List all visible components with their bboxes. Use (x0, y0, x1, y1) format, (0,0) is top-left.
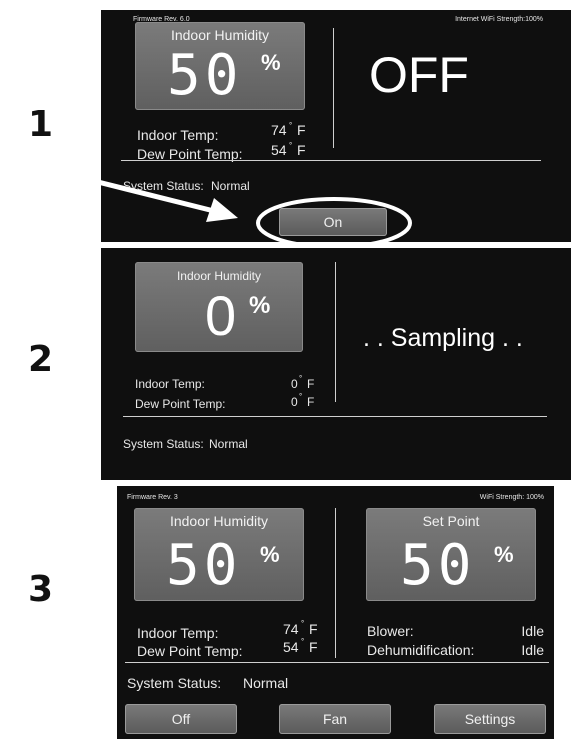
off-button[interactable]: Off (125, 704, 237, 734)
mode-text: OFF (369, 47, 469, 103)
degree-sign: ° (299, 374, 303, 383)
on-button-label: On (323, 214, 343, 230)
dew-point-value: 54 (283, 639, 299, 655)
divider-vertical (333, 28, 334, 148)
degree-sign: ° (301, 637, 305, 646)
wifi-strength: WiFi Strength: 100% (479, 494, 544, 501)
step-number-1: 1 (28, 104, 54, 145)
temp-unit: F (309, 621, 318, 637)
settings-button[interactable]: Settings (434, 704, 546, 734)
humidity-label: Indoor Humidity (169, 513, 269, 529)
system-status-value: Normal (209, 437, 248, 451)
dew-point-value: 0 (291, 395, 298, 409)
step-number-2: 2 (28, 339, 54, 380)
dehumidification-label: Dehumidification: (367, 642, 475, 658)
percent-sign: % (260, 542, 280, 567)
indoor-temp-value: 0 (291, 377, 298, 391)
humidity-value: 50 (166, 533, 242, 598)
dew-point-label: Dew Point Temp: (137, 643, 243, 659)
settings-button-label: Settings (464, 711, 516, 727)
dew-point-value: 54 (271, 142, 287, 158)
system-status-label: System Status: (127, 675, 222, 691)
temp-unit: F (307, 377, 315, 391)
indoor-temp-label: Indoor Temp: (135, 377, 205, 391)
screen-3: Firmware Rev. 3 WiFi Strength: 100% Indo… (117, 486, 554, 739)
indoor-temp-value: 74 (271, 122, 287, 138)
dew-point-unit: F (297, 142, 306, 158)
divider-vertical (335, 262, 336, 402)
dehumidification-value: Idle (521, 642, 544, 658)
degree-sign: ° (289, 141, 293, 150)
indoor-temp-label: Indoor Temp: (137, 625, 219, 641)
degree-sign: ° (301, 619, 305, 628)
dew-point-unit: F (309, 639, 318, 655)
sampling-text: . . Sampling . . (363, 324, 523, 352)
off-button-label: Off (171, 711, 191, 727)
setpoint-value: 50 (400, 533, 476, 598)
system-status-value: Normal (211, 179, 250, 193)
system-status-label: System Status: (123, 179, 204, 193)
humidity-tile: Indoor Humidity 50 % (135, 22, 305, 110)
humidity-tile: Indoor Humidity 0 % (135, 262, 303, 352)
temp-unit: F (297, 122, 306, 138)
humidity-value: 0 (205, 284, 237, 347)
setpoint-tile: Set Point 50 % (366, 508, 536, 601)
wifi-strength: Internet WiFi Strength:100% (455, 16, 543, 23)
indoor-temp-label: Indoor Temp: (137, 127, 219, 143)
divider-vertical (335, 508, 336, 658)
indoor-temp-value: 74 (283, 621, 299, 637)
percent-sign: % (249, 292, 271, 319)
divider-horizontal (121, 160, 541, 161)
dew-point-label: Dew Point Temp: (137, 146, 243, 162)
blower-value: Idle (521, 623, 544, 639)
firmware-rev: Firmware Rev. 3 (127, 494, 178, 501)
system-status-value: Normal (243, 675, 289, 691)
percent-sign: % (261, 50, 281, 75)
step-number-3: 3 (28, 569, 54, 610)
dew-point-unit: F (307, 395, 315, 409)
fan-button[interactable]: Fan (279, 704, 391, 734)
degree-sign: ° (289, 121, 293, 130)
percent-sign: % (494, 542, 514, 567)
humidity-label: Indoor Humidity (176, 269, 262, 283)
screen-1: Firmware Rev. 6.0 Internet WiFi Strength… (101, 10, 571, 242)
humidity-tile: Indoor Humidity 50 % (134, 508, 304, 601)
dew-point-label: Dew Point Temp: (135, 397, 226, 411)
setpoint-label: Set Point (422, 513, 480, 529)
humidity-label: Indoor Humidity (170, 27, 270, 43)
humidity-value: 50 (167, 43, 243, 108)
divider-horizontal (125, 662, 549, 663)
blower-label: Blower: (367, 623, 414, 639)
system-status-label: System Status: (123, 437, 204, 451)
screen-2: Indoor Humidity 0 % . . Sampling . . Ind… (101, 248, 571, 480)
on-button[interactable]: On (279, 208, 387, 236)
divider-horizontal (123, 416, 547, 417)
fan-button-label: Fan (322, 711, 348, 727)
degree-sign: ° (299, 392, 303, 401)
